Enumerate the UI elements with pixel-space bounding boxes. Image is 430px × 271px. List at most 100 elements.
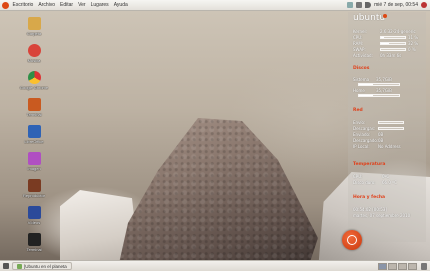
menu-lugares[interactable]: Lugares xyxy=(88,0,111,11)
net-down-graph xyxy=(378,127,404,130)
desktop-icon-label: Google Chrome xyxy=(19,85,49,90)
clock[interactable]: mié 7 de sep, 00:54 xyxy=(374,2,418,8)
taskbar-window-label: [Ubuntu en el planeta xyxy=(24,263,67,269)
trash-icon[interactable] xyxy=(421,262,427,270)
desktop-icon-chrome[interactable]: Google Chrome xyxy=(18,71,50,98)
menu-bar: Escritorio Archivo Editar Ver Lugares Ay… xyxy=(0,0,130,10)
net-down-label: Descargas: xyxy=(353,126,376,131)
music-icon xyxy=(27,44,41,57)
desktop-icons: Carpeta Música Google Chrome Terminal Li… xyxy=(18,17,50,260)
cpu-bar xyxy=(380,36,406,39)
chrome-icon xyxy=(27,71,41,84)
disk-header: Discos xyxy=(353,66,370,71)
uptime-label: Actividad: xyxy=(353,53,373,58)
desktop-icon-label: Música xyxy=(27,58,41,63)
desktop-icon-label: Carpeta xyxy=(26,31,42,36)
date-header: Hora y fecha xyxy=(353,195,386,200)
net-received-value: 0B xyxy=(378,138,384,143)
ram-label: RAM: xyxy=(353,41,364,46)
temp-cpu-label: CPU: xyxy=(353,174,363,179)
swap-bar xyxy=(380,48,406,51)
desktop-icon-label: Reproductor xyxy=(22,193,45,198)
workspace-4[interactable] xyxy=(408,262,417,270)
ram-bar-fill xyxy=(381,43,389,44)
show-desktop-icon[interactable] xyxy=(3,263,9,269)
disk-home-label: Home xyxy=(353,88,365,93)
desktop-icon-label: Terminal xyxy=(26,247,42,252)
net-sent-label: Enviado: xyxy=(353,132,371,137)
top-panel: Escritorio Archivo Editar Ver Lugares Ay… xyxy=(0,0,430,11)
desktop-icon-libreoffice[interactable]: LibreOffice xyxy=(18,125,50,152)
menu-ver[interactable]: Ver xyxy=(76,0,89,11)
desktop-icon-carpeta[interactable]: Carpeta xyxy=(18,17,50,44)
time-value: 00:54:02 [00:53] xyxy=(353,207,387,212)
ubuntu-circle-icon xyxy=(347,235,357,245)
temp-disk-label: Disco duro: xyxy=(353,180,376,185)
desktop-icon-label: LibreOffice xyxy=(24,139,44,144)
taskbar-window-button[interactable]: [Ubuntu en el planeta xyxy=(12,262,72,270)
net-ip-label: IP Local: xyxy=(353,144,370,149)
system-tray: mié 7 de sep, 00:54 xyxy=(347,2,430,8)
disk-home-value: 35,7GiB xyxy=(376,88,392,93)
desktop: Escritorio Archivo Editar Ver Lugares Ay… xyxy=(0,0,430,271)
folder-icon xyxy=(27,17,41,30)
desktop-icon-label: Imagen xyxy=(27,166,41,171)
swap-label: SWAP: xyxy=(353,47,366,52)
conky-monitor: ubuntu Kernel: 2.6.32-24-generic CPU: 11… xyxy=(348,12,426,242)
disk-home-bar xyxy=(358,94,400,97)
desktop-icon-terminal-app[interactable]: Terminal xyxy=(18,98,50,125)
ubuntu-button[interactable] xyxy=(342,230,362,250)
workspace-1[interactable] xyxy=(378,262,387,270)
conky-brand: ubuntu xyxy=(353,13,386,23)
office-icon xyxy=(27,125,41,138)
player-icon xyxy=(27,179,41,192)
desktop-icon-imagen[interactable]: Imagen xyxy=(18,152,50,179)
desktop-icon-musica[interactable]: Música xyxy=(18,44,50,71)
browser-icon xyxy=(17,263,22,269)
mail-icon[interactable] xyxy=(347,2,354,8)
power-icon[interactable] xyxy=(421,2,427,8)
workspace-switcher xyxy=(378,262,419,270)
ubuntu-logo-icon[interactable] xyxy=(2,1,9,9)
wallpaper-rock xyxy=(118,118,318,268)
ubuntu-dot-icon xyxy=(383,14,387,18)
desktop-icon-videos[interactable]: Vídeos xyxy=(18,206,50,233)
disk-system-value: 35,7GiB xyxy=(376,77,392,82)
uptime-value: 0h 33m 6s xyxy=(380,53,402,58)
image-icon xyxy=(27,152,41,165)
date-value: martes, 07 septiembre 2010 xyxy=(353,213,411,218)
menu-ayuda[interactable]: Ayuda xyxy=(111,0,130,11)
cpu-value: 11 % xyxy=(408,35,419,40)
temp-disk-value: 66.0 ºC xyxy=(382,180,397,185)
swap-value: 0 % xyxy=(408,47,416,52)
disk-system-bar-fill xyxy=(359,84,373,85)
desktop-icon-console[interactable]: Terminal xyxy=(18,233,50,260)
temp-header: Temperatura xyxy=(353,162,386,167)
disk-system-bar xyxy=(358,83,400,86)
cpu-bar-fill xyxy=(381,37,384,38)
menu-archivo[interactable]: Archivo xyxy=(36,0,58,11)
ram-bar xyxy=(380,42,406,45)
disk-home-bar-fill xyxy=(359,95,373,96)
menu-editar[interactable]: Editar xyxy=(58,0,76,11)
volume-icon[interactable] xyxy=(365,2,372,8)
net-ip-value: No Address xyxy=(378,144,401,149)
desktop-icon-label: Terminal xyxy=(26,112,42,117)
menu-escritorio[interactable]: Escritorio xyxy=(10,0,36,11)
cpu-label: CPU: xyxy=(353,35,363,40)
desktop-icon-label: Vídeos xyxy=(27,220,41,225)
ram-value: 32 % xyxy=(408,41,419,46)
temp-cpu-value: 0ºC xyxy=(382,174,390,179)
network-icon[interactable] xyxy=(356,2,363,8)
net-header: Red xyxy=(353,108,363,113)
workspace-3[interactable] xyxy=(398,262,407,270)
console-icon xyxy=(27,233,41,246)
net-sent-value: 0B xyxy=(378,132,384,137)
kernel-label: Kernel: xyxy=(353,29,367,34)
bottom-panel: [Ubuntu en el planeta xyxy=(0,260,430,271)
disk-system-label: Sistema xyxy=(353,77,370,82)
workspace-2[interactable] xyxy=(388,262,397,270)
terminal-icon xyxy=(27,98,41,111)
kernel-value: 2.6.32-24-generic xyxy=(380,29,416,34)
desktop-icon-reproductor[interactable]: Reproductor xyxy=(18,179,50,206)
